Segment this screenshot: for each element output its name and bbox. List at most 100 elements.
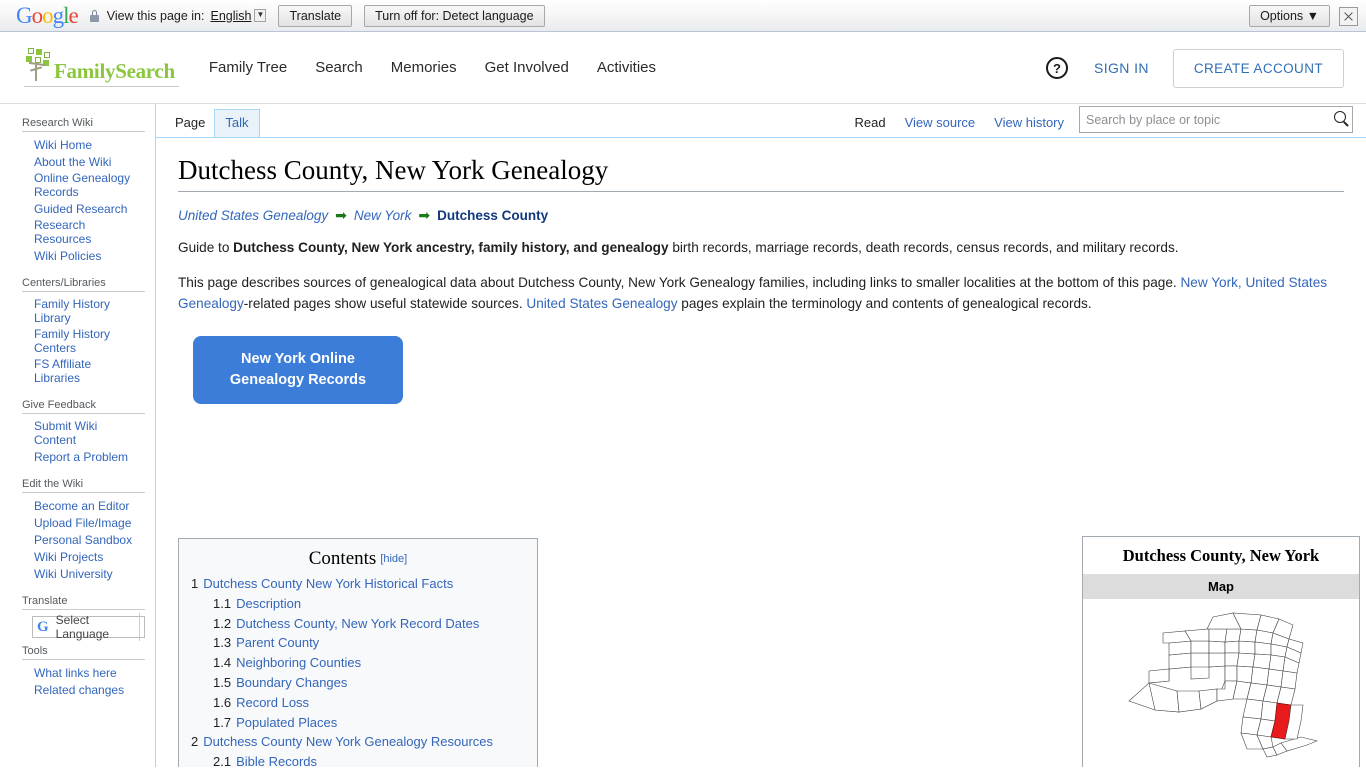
sidebar-item-related-changes[interactable]: Related changes <box>34 683 124 697</box>
breadcrumb-item-united-states-genealogy[interactable]: United States Genealogy <box>178 208 328 223</box>
para2-part3: pages explain the terminology and conten… <box>677 296 1092 311</box>
new-york-county-map <box>1083 599 1359 763</box>
translate-button[interactable]: Translate <box>278 4 353 27</box>
para1-tail: birth records, marriage records, death r… <box>668 240 1179 255</box>
toc-entry: 1.6 Record Loss <box>191 693 525 713</box>
sidebar-item-about-the-wiki[interactable]: About the Wiki <box>34 155 111 169</box>
sidebar-item-guided-research[interactable]: Guided Research <box>34 202 127 216</box>
arrow-right-icon: ➡ <box>335 207 347 223</box>
toc-link-record-dates[interactable]: Dutchess County, New York Record Dates <box>236 616 479 631</box>
search-input[interactable] <box>1079 106 1353 133</box>
table-of-contents: Contents [hide] 1 Dutchess County New York… <box>178 538 538 767</box>
toc-entry: 1.4 Neighboring Counties <box>191 653 525 673</box>
turn-off-translate-button[interactable]: Turn off for: Detect language <box>364 4 545 27</box>
sidebar-item-report-a-problem[interactable]: Report a Problem <box>34 450 128 464</box>
familysearch-logo[interactable]: FamilySearch <box>24 48 179 87</box>
arrow-right-icon-2: ➡ <box>418 207 431 223</box>
toc-entry-number: 1.5 <box>213 674 232 690</box>
sidebar-item-upload-file-image[interactable]: Upload File/Image <box>34 516 131 530</box>
toc-link-genealogy-resources[interactable]: Dutchess County New York Genealogy Resou… <box>203 734 493 749</box>
toc-entry: 1.3 Parent County <box>191 633 525 653</box>
sidebar-item-fs-affiliate-libraries[interactable]: FS Affiliate Libraries <box>34 357 96 385</box>
toc-entry-number: 1 <box>191 576 199 591</box>
toc-entry-number: 2 <box>191 734 199 750</box>
brand-name: FamilySearch <box>54 59 175 83</box>
tab-page[interactable]: Page <box>165 110 215 137</box>
new-york-online-genealogy-records-button[interactable]: New York Online Genealogy Records <box>193 336 403 404</box>
nav-item-get-involved[interactable]: Get Involved <box>485 59 569 76</box>
tab-talk[interactable]: Talk <box>214 109 260 137</box>
create-account-button[interactable]: CREATE ACCOUNT <box>1172 48 1344 88</box>
toc-link-neighboring-counties[interactable]: Neighboring Counties <box>236 655 361 670</box>
lock-icon <box>89 9 99 22</box>
search-box <box>1079 106 1353 133</box>
toc-entry-number: 1.3 <box>213 635 232 651</box>
nav-item-memories[interactable]: Memories <box>391 59 457 76</box>
main-content: Page Talk Read View source View history … <box>155 104 1366 767</box>
site-header: FamilySearch Family Tree Search Memories… <box>0 32 1366 104</box>
toc-entry-number: 1.4 <box>213 655 232 671</box>
article-body: Dutchess County, New York Genealogy Unit… <box>156 138 1366 767</box>
translate-language-link[interactable]: English <box>210 9 251 23</box>
toc-link-boundary-changes[interactable]: Boundary Changes <box>236 675 347 690</box>
translate-prompt: View this page in: <box>106 8 205 23</box>
sidebar-item-what-links-here[interactable]: What links here <box>34 666 117 680</box>
google-g-icon: G <box>37 618 49 635</box>
page-layout: Research Wiki Wiki Home About the Wiki O… <box>0 104 1366 767</box>
tab-view-history[interactable]: View history <box>984 110 1074 137</box>
breadcrumb-item-new-york[interactable]: New York <box>354 208 412 223</box>
toc-entry: 2.1 Bible Records <box>191 752 525 767</box>
breadcrumb: United States Genealogy ➡ New York ➡ Dutches… <box>178 206 1344 225</box>
nav-item-search[interactable]: Search <box>315 59 363 76</box>
toc-entry: 1.7 Populated Places <box>191 713 525 733</box>
para1-lead: Guide to <box>178 240 234 255</box>
link-united-states-genealogy[interactable]: United States Genealogy <box>526 296 677 311</box>
header-actions: ? SIGN IN CREATE ACCOUNT <box>1045 32 1344 104</box>
sidebar-item-wiki-projects[interactable]: Wiki Projects <box>34 550 103 564</box>
translate-options-button[interactable]: Options ▼ <box>1249 5 1330 27</box>
sidebar-item-wiki-university[interactable]: Wiki University <box>34 567 113 581</box>
sidebar-group-give-feedback: Submit Wiki Content Report a Problem <box>22 413 145 473</box>
nav-item-activities[interactable]: Activities <box>597 59 656 76</box>
toc-list: 1 Dutchess County New York Historical Fac… <box>191 574 525 767</box>
toc-link-parent-county[interactable]: Parent County <box>236 635 319 650</box>
toc-entry: 1.2 Dutchess County, New York Record Date… <box>191 614 525 634</box>
infobox-title: Dutchess County, New York <box>1122 546 1320 565</box>
toc-link-bible-records[interactable]: Bible Records <box>236 754 317 767</box>
select-language-label: Select Language <box>56 613 140 641</box>
tab-view-source[interactable]: View source <box>895 110 986 137</box>
toc-hide-link[interactable]: [hide] <box>380 553 407 565</box>
main-nav: Family Tree Search Memories Get Involved… <box>209 59 656 76</box>
sidebar-group-research-wiki: Wiki Home About the Wiki Online Genealog… <box>22 131 145 272</box>
tab-read[interactable]: Read <box>845 110 896 137</box>
toc-entry-number: 1.1 <box>213 595 232 611</box>
toc-entry: 1.5 Boundary Changes <box>191 673 525 693</box>
toc-entry-number: 1.7 <box>213 714 232 730</box>
sidebar-heading-give-feedback: Give Feedback <box>22 399 96 411</box>
help-icon[interactable]: ? <box>1045 57 1068 79</box>
sidebar-item-family-history-library[interactable]: Family History Library <box>34 297 114 325</box>
toc-link-historical-facts[interactable]: Dutchess County New York Historical Fact… <box>203 576 453 591</box>
sidebar-group-edit-the-wiki: Become an Editor Upload File/Image Perso… <box>22 492 145 590</box>
family-tree-icon <box>24 48 52 82</box>
close-icon[interactable] <box>1339 6 1358 26</box>
toc-link-record-loss[interactable]: Record Loss <box>236 695 309 710</box>
sign-in-link[interactable]: SIGN IN <box>1094 60 1149 76</box>
sidebar-item-submit-wiki-content[interactable]: Submit Wiki Content <box>34 419 104 447</box>
sidebar-item-personal-sandbox[interactable]: Personal Sandbox <box>34 533 132 547</box>
sidebar-item-research-resources[interactable]: Research Resources <box>34 218 96 246</box>
toc-title: Contents [hide] <box>191 548 525 570</box>
chevron-down-icon[interactable]: ▼ <box>254 9 267 22</box>
sidebar-item-family-history-centers[interactable]: Family History Centers <box>34 327 114 355</box>
nav-item-family-tree[interactable]: Family Tree <box>209 59 287 76</box>
sidebar-item-online-genealogy-records[interactable]: Online Genealogy Records <box>34 171 134 199</box>
search-icon[interactable] <box>1334 111 1346 123</box>
toc-link-populated-places[interactable]: Populated Places <box>236 715 337 730</box>
select-language-widget[interactable]: G Select Language <box>32 613 145 641</box>
toc-link-description[interactable]: Description <box>236 596 301 611</box>
sidebar-item-become-an-editor[interactable]: Become an Editor <box>34 499 129 513</box>
sidebar-heading-centers-libraries: Centers/Libraries <box>22 277 106 289</box>
sidebar-item-wiki-policies[interactable]: Wiki Policies <box>34 249 101 263</box>
sidebar-item-wiki-home[interactable]: Wiki Home <box>34 138 92 152</box>
view-tabs: Read View source View history <box>845 106 1366 137</box>
